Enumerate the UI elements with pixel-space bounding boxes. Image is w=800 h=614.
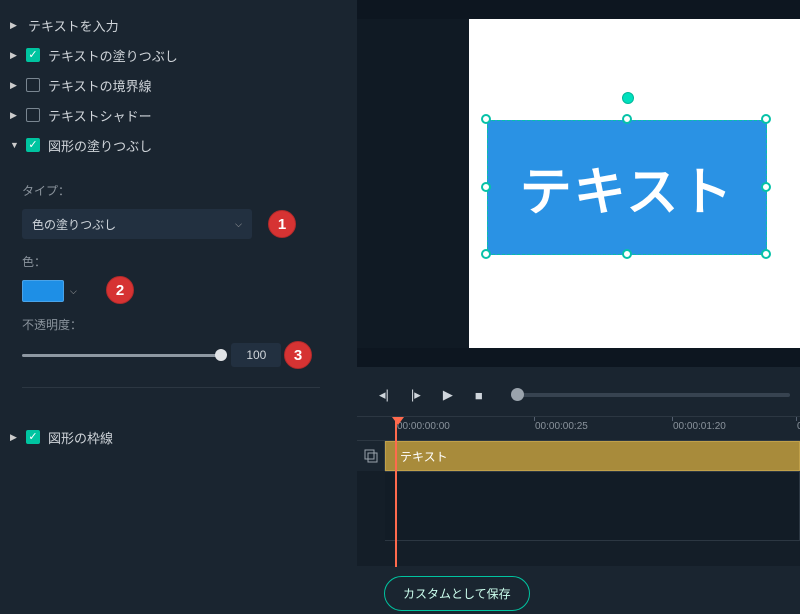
chevron-down-icon: ⌵ — [235, 219, 242, 230]
timeline-track-empty[interactable] — [385, 471, 800, 541]
section-label: テキストの境界線 — [48, 76, 152, 95]
section-label: テキストを入力 — [28, 16, 119, 35]
resize-handle-r[interactable] — [761, 182, 771, 192]
section-label: テキストシャドー — [48, 106, 152, 125]
type-label: タイプ： — [22, 182, 320, 199]
chevron-right-icon: ▶ — [10, 20, 20, 31]
annotation-badge-3: 3 — [284, 341, 312, 369]
clip-label: テキスト — [400, 448, 448, 465]
chevron-right-icon: ▶ — [10, 432, 20, 443]
text-track-icon — [364, 449, 378, 463]
save-button-label: カスタムとして保存 — [403, 587, 511, 601]
properties-panel: ▶ テキストを入力 ▶ テキストの塗りつぶし ▶ テキストの境界線 ▶ テキスト… — [0, 0, 342, 614]
resize-handle-tl[interactable] — [481, 114, 491, 124]
fill-type-dropdown[interactable]: 色の塗りつぶし ⌵ — [22, 209, 252, 239]
preview-panel: テキスト — [357, 0, 800, 367]
stop-button[interactable]: ■ — [475, 388, 483, 403]
ruler-tick: 00:00:00:25 — [535, 421, 588, 432]
section-label: 図形の塗りつぶし — [48, 136, 152, 155]
rotate-handle[interactable] — [622, 92, 634, 104]
section-shape-fill[interactable]: ▼ 図形の塗りつぶし — [0, 130, 342, 160]
shape-fill-body: タイプ： 色の塗りつぶし ⌵ 1 色： ⌵ 2 不透明度： 100 % — [0, 160, 342, 422]
color-swatch[interactable] — [22, 280, 64, 302]
chevron-down-icon: ▼ — [10, 140, 20, 150]
section-text-border[interactable]: ▶ テキストの境界線 — [0, 70, 342, 100]
ruler-tick: 00:00:01:20 — [673, 421, 726, 432]
chevron-right-icon: ▶ — [10, 80, 20, 91]
opacity-value[interactable]: 100 — [231, 343, 281, 367]
opacity-label: 不透明度： — [22, 316, 320, 333]
resize-handle-tr[interactable] — [761, 114, 771, 124]
color-label: 色： — [22, 253, 320, 270]
checkbox-text-shadow[interactable] — [26, 108, 40, 122]
selected-shape[interactable]: テキスト — [487, 100, 767, 255]
play-button[interactable]: ▶ — [443, 387, 453, 403]
track-header-icon[interactable] — [357, 441, 385, 471]
checkbox-text-fill[interactable] — [26, 48, 40, 62]
timeline-panel: 00:00:00:00 00:00:00:25 00:00:01:20 00:0… — [357, 416, 800, 566]
section-label: 図形の枠線 — [48, 428, 113, 447]
divider — [22, 387, 320, 388]
section-label: テキストの塗りつぶし — [48, 46, 178, 65]
annotation-badge-1: 1 — [268, 210, 296, 238]
checkbox-text-border[interactable] — [26, 78, 40, 92]
annotation-badge-2: 2 — [106, 276, 134, 304]
timeline-ruler[interactable]: 00:00:00:00 00:00:00:25 00:00:01:20 00:0… — [357, 417, 800, 441]
opacity-slider[interactable] — [22, 354, 221, 357]
playhead[interactable] — [395, 417, 397, 567]
section-text-input[interactable]: ▶ テキストを入力 — [0, 10, 342, 40]
section-text-shadow[interactable]: ▶ テキストシャドー — [0, 100, 342, 130]
checkbox-shape-border[interactable] — [26, 430, 40, 444]
resize-handle-b[interactable] — [622, 249, 632, 259]
resize-handle-bl[interactable] — [481, 249, 491, 259]
selection-box — [487, 120, 767, 255]
ruler-tick: 00:00:00:00 — [397, 421, 450, 432]
checkbox-shape-fill[interactable] — [26, 138, 40, 152]
resize-handle-br[interactable] — [761, 249, 771, 259]
dropdown-value: 色の塗りつぶし — [32, 216, 116, 233]
slider-thumb[interactable] — [215, 349, 227, 361]
resize-handle-t[interactable] — [622, 114, 632, 124]
chevron-right-icon: ▶ — [10, 50, 20, 61]
scrub-thumb[interactable] — [511, 388, 524, 401]
chevron-down-icon[interactable]: ⌵ — [70, 286, 77, 297]
section-text-fill[interactable]: ▶ テキストの塗りつぶし — [0, 40, 342, 70]
playback-controls: ◂| |▸ ▶ ■ — [357, 378, 800, 412]
section-shape-border[interactable]: ▶ 図形の枠線 — [0, 422, 342, 452]
next-frame-button[interactable]: |▸ — [411, 387, 421, 403]
resize-handle-l[interactable] — [481, 182, 491, 192]
scrub-bar[interactable] — [517, 393, 790, 397]
timeline-clip[interactable]: テキスト — [385, 441, 800, 471]
prev-frame-button[interactable]: ◂| — [379, 387, 389, 403]
save-as-custom-button[interactable]: カスタムとして保存 — [384, 576, 530, 611]
chevron-right-icon: ▶ — [10, 110, 20, 121]
